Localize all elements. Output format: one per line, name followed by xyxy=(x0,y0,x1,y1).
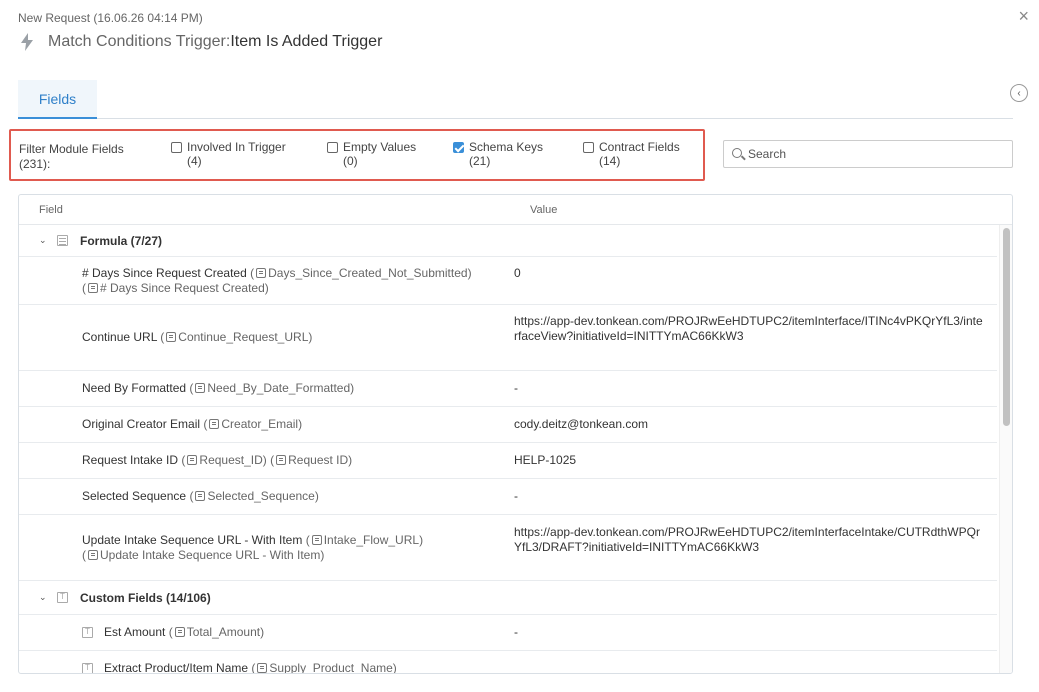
table-row: Request Intake ID (Request_ID) (Request … xyxy=(19,443,997,479)
table-row: Update Intake Sequence URL - With Item (… xyxy=(19,515,997,581)
group-row-formula[interactable]: ⌄ Formula (7/27) xyxy=(19,225,997,257)
field-name: Need By Formatted (Need_By_Date_Formatte… xyxy=(82,381,355,395)
formula-icon xyxy=(276,455,287,465)
tab-fields[interactable]: Fields xyxy=(18,80,97,119)
text-field-icon xyxy=(82,627,93,638)
field-name: Extract Product/Item Name (Supply_Produc… xyxy=(104,661,397,674)
search-box[interactable] xyxy=(723,140,1013,168)
field-value: - xyxy=(514,489,518,503)
filter-label: Filter Module Fields (231): xyxy=(19,142,124,171)
field-value: - xyxy=(514,625,518,639)
trigger-type-label: Match Conditions Trigger: xyxy=(48,33,231,50)
field-name: Est Amount (Total_Amount) xyxy=(104,625,265,639)
table-row: Continue URL (Continue_Request_URL) http… xyxy=(19,305,997,371)
table-header: Field Value xyxy=(19,195,1012,225)
search-input[interactable] xyxy=(748,145,1003,163)
formula-icon xyxy=(187,455,198,465)
group-label: Formula (7/27) xyxy=(80,234,163,248)
group-row-custom-fields[interactable]: ⌄ Custom Fields (14/106) xyxy=(19,581,997,615)
fields-table: Field Value ⌄ Formula (7/27) # Days Sinc… xyxy=(18,194,1013,674)
trigger-name: Item Is Added Trigger xyxy=(230,33,383,50)
field-value: https://app-dev.tonkean.com/PROJRwEeHDTU… xyxy=(514,525,980,554)
chevron-down-icon[interactable]: ⌄ xyxy=(39,235,47,246)
field-name: Update Intake Sequence URL - With Item (… xyxy=(82,533,424,562)
text-field-icon xyxy=(57,592,68,603)
collapse-panel-icon[interactable]: ‹ xyxy=(1010,84,1028,102)
formula-icon xyxy=(195,383,206,393)
trigger-title: Match Conditions Trigger: Item Is Added … xyxy=(20,33,382,51)
formula-icon xyxy=(257,663,268,673)
filter-module-fields: Filter Module Fields (231): Involved In … xyxy=(9,129,705,181)
checkbox-icon[interactable] xyxy=(171,142,182,153)
field-name: Continue URL (Continue_Request_URL) xyxy=(82,330,313,344)
calculator-icon xyxy=(57,235,68,246)
formula-icon xyxy=(166,332,177,342)
field-name: Selected Sequence (Selected_Sequence) xyxy=(82,489,319,503)
field-value: HELP-1025 xyxy=(514,453,577,467)
lightning-icon xyxy=(21,33,33,51)
formula-icon xyxy=(88,550,98,560)
field-value: - xyxy=(514,381,518,395)
field-value: 0 xyxy=(514,266,521,280)
formula-icon xyxy=(256,268,267,278)
table-body: ⌄ Formula (7/27) # Days Since Request Cr… xyxy=(19,225,997,674)
checkbox-checked-icon[interactable] xyxy=(453,142,464,153)
checkbox-icon[interactable] xyxy=(583,142,594,153)
formula-icon xyxy=(174,627,185,637)
table-row: Extract Product/Item Name (Supply_Produc… xyxy=(19,651,997,674)
request-title: New Request (16.06.26 04:14 PM) xyxy=(18,11,203,25)
field-value: https://app-dev.tonkean.com/PROJRwEeHDTU… xyxy=(514,314,983,343)
field-name: Original Creator Email (Creator_Email) xyxy=(82,417,303,431)
field-name: # Days Since Request Created (Days_Since… xyxy=(82,266,472,295)
filter-schema-keys[interactable]: Schema Keys (21) xyxy=(453,140,543,168)
search-icon xyxy=(732,148,742,158)
field-value: cody.deitz@tonkean.com xyxy=(514,417,649,431)
close-icon[interactable]: × xyxy=(1018,7,1029,25)
modal-body: Fields ‹ Filter Module Fields (231): Inv… xyxy=(0,66,1039,692)
field-name: Request Intake ID (Request_ID) (Request … xyxy=(82,453,353,467)
filter-contract-fields[interactable]: Contract Fields (14) xyxy=(583,140,680,168)
filter-empty-values[interactable]: Empty Values (0) xyxy=(327,140,416,168)
formula-icon xyxy=(88,283,98,293)
chevron-down-icon[interactable]: ⌄ xyxy=(39,592,47,603)
formula-icon xyxy=(311,535,322,545)
table-row: # Days Since Request Created (Days_Since… xyxy=(19,257,997,305)
formula-icon xyxy=(195,491,206,501)
group-label: Custom Fields (14/106) xyxy=(80,591,211,605)
column-header-field: Field xyxy=(39,204,63,216)
table-row: Selected Sequence (Selected_Sequence) - xyxy=(19,479,997,515)
vertical-scrollbar[interactable] xyxy=(999,225,1012,673)
table-row: Original Creator Email (Creator_Email) c… xyxy=(19,407,997,443)
scrollbar-thumb[interactable] xyxy=(1003,228,1010,426)
table-row: Need By Formatted (Need_By_Date_Formatte… xyxy=(19,371,997,407)
formula-icon xyxy=(209,419,220,429)
text-field-icon xyxy=(82,663,93,673)
modal-header: New Request (16.06.26 04:14 PM) Match Co… xyxy=(0,0,1039,66)
checkbox-icon[interactable] xyxy=(327,142,338,153)
column-header-value: Value xyxy=(530,204,558,216)
table-row: Est Amount (Total_Amount) - xyxy=(19,615,997,651)
tab-bar: Fields xyxy=(18,80,1013,119)
filter-involved-in-trigger[interactable]: Involved In Trigger (4) xyxy=(171,140,286,168)
